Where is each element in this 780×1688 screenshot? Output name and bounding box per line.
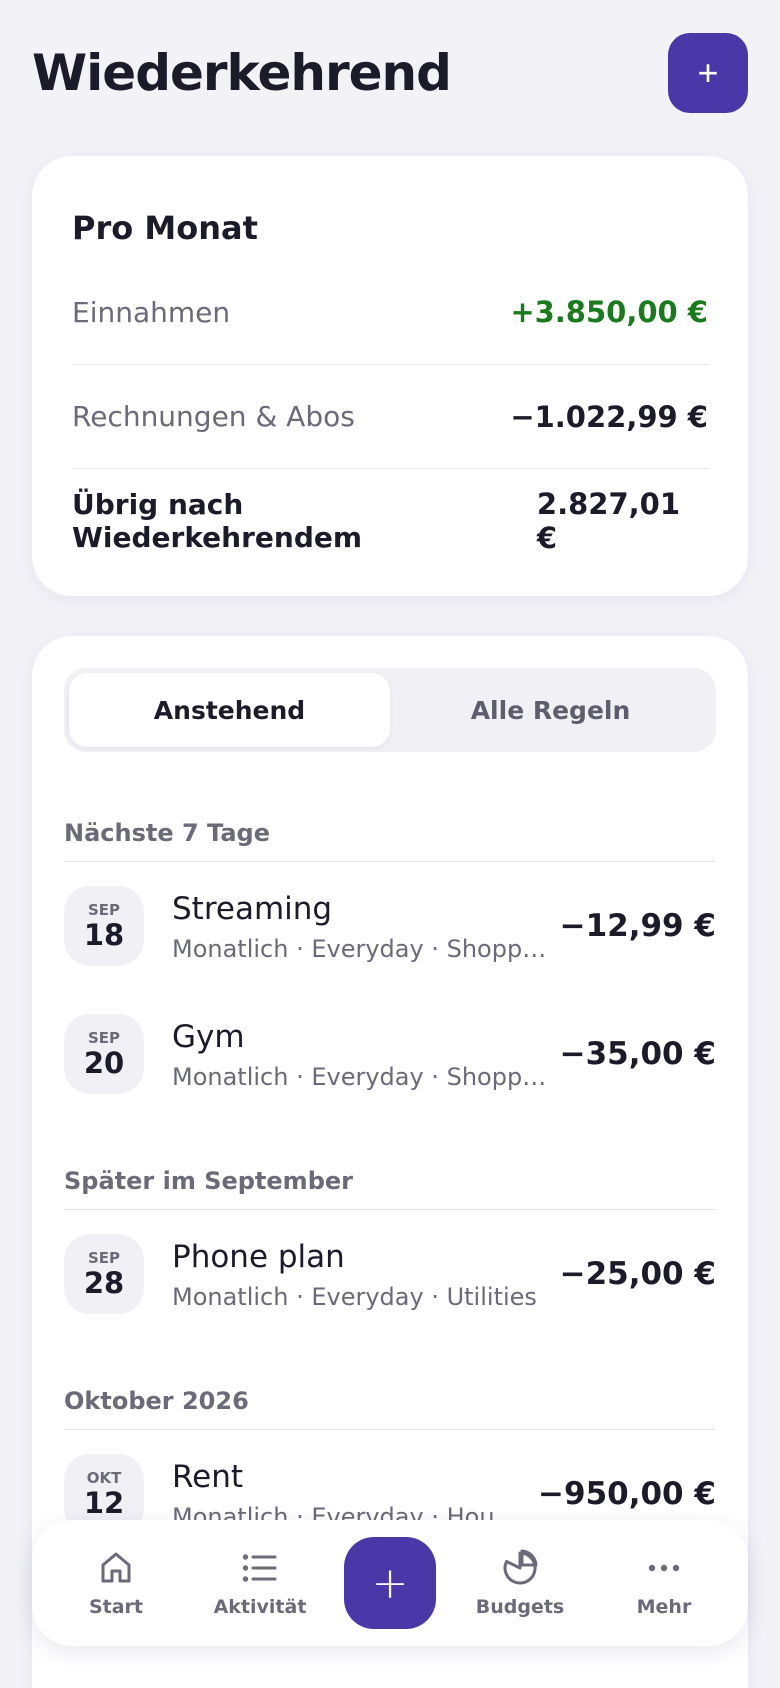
summary-value: 2.827,01 € [536, 486, 681, 555]
item-name: Rent [172, 1459, 244, 1495]
item-meta: Monatlich · Everyday · Shopping [172, 935, 548, 963]
list-item[interactable]: SEP 28 Phone plan Monatlich · Everyday ·… [64, 1210, 716, 1338]
summary-label: Übrig nach Wiederkehrendem [72, 487, 363, 554]
nav-label: Budgets [475, 1596, 565, 1618]
bottom-nav: Start Aktivität + Budgets Mehr [32, 1520, 748, 1646]
nav-label: Start [88, 1596, 144, 1618]
item-amount: −35,00 € [559, 1036, 716, 1072]
page-title: Wiederkehrend [32, 44, 452, 102]
date-day: 28 [83, 1266, 125, 1300]
summary-row-remaining: Übrig nach Wiederkehrendem 2.827,01 € [72, 468, 708, 572]
nav-more[interactable]: Mehr [604, 1548, 724, 1618]
nav-budgets[interactable]: Budgets [460, 1548, 580, 1618]
tab-all-rules[interactable]: Alle Regeln [390, 673, 711, 747]
summary-label: Einnahmen [72, 295, 231, 329]
date-badge: SEP 28 [64, 1234, 144, 1314]
item-name: Streaming [172, 891, 333, 927]
add-recurring-button[interactable]: + [668, 33, 748, 113]
item-amount: −950,00 € [538, 1476, 716, 1512]
date-month: OKT [86, 1469, 122, 1487]
list-icon [242, 1554, 277, 1582]
tab-upcoming[interactable]: Anstehend [69, 673, 390, 747]
nav-label: Aktivität [213, 1596, 307, 1618]
date-month: SEP [87, 901, 121, 919]
header: Wiederkehrend + [32, 32, 748, 114]
more-dots-icon [648, 1564, 680, 1572]
summary-row-bills: Rechnungen & Abos −1.022,99 € [72, 364, 708, 468]
item-amount: −25,00 € [559, 1256, 716, 1292]
date-month: SEP [87, 1029, 121, 1047]
date-badge: SEP 18 [64, 886, 144, 966]
summary-title: Pro Monat [72, 209, 258, 247]
item-amount: −12,99 € [559, 908, 716, 944]
nav-start[interactable]: Start [56, 1548, 176, 1618]
segmented-control: Anstehend Alle Regeln [64, 668, 716, 752]
nav-label: Mehr [636, 1596, 692, 1618]
date-month: SEP [87, 1249, 121, 1267]
date-day: 18 [83, 918, 125, 952]
item-body: Phone plan Monatlich · Everyday · Utilit… [172, 1237, 548, 1311]
item-name: Gym [172, 1019, 245, 1055]
add-transaction-fab[interactable]: + [344, 1537, 436, 1629]
item-meta: Monatlich · Everyday · Shopping [172, 1063, 548, 1091]
summary-label: Rechnungen & Abos [72, 400, 355, 433]
date-day: 12 [83, 1486, 125, 1520]
date-day: 20 [83, 1046, 125, 1080]
item-body: Gym Monatlich · Everyday · Shopping [172, 1017, 548, 1091]
pie-chart-icon [503, 1549, 538, 1585]
nav-activity[interactable]: Aktivität [200, 1548, 320, 1618]
item-name: Phone plan [172, 1239, 345, 1275]
monthly-summary-card: Pro Monat Einnahmen +3.850,00 € Rechnung… [32, 156, 748, 596]
list-item[interactable]: SEP 18 Streaming Monatlich · Everyday · … [64, 862, 716, 990]
list-item[interactable]: SEP 20 Gym Monatlich · Everyday · Shoppi… [64, 990, 716, 1118]
summary-value: +3.850,00 € [510, 295, 708, 329]
item-body: Streaming Monatlich · Everyday · Shoppin… [172, 889, 548, 963]
section-label: Nächste 7 Tage [64, 792, 716, 862]
item-meta: Monatlich · Everyday · Utilities [172, 1283, 537, 1311]
section-label: Später im September [64, 1140, 716, 1210]
summary-row-income: Einnahmen +3.850,00 € [72, 260, 708, 364]
home-icon [101, 1552, 131, 1583]
section-label: Oktober 2026 [64, 1360, 716, 1430]
summary-value: −1.022,99 € [510, 399, 708, 434]
date-badge: SEP 20 [64, 1014, 144, 1094]
